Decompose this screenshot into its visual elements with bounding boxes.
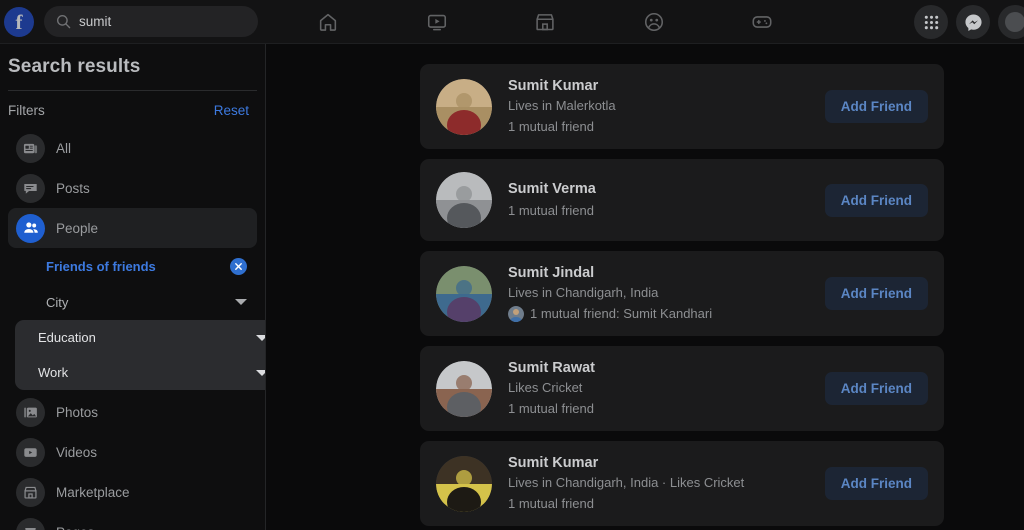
person-info: Sumit Kumar Lives in Chandigarh, India · … xyxy=(508,454,825,513)
subfilter-label: City xyxy=(46,294,69,310)
filters-label: Filters xyxy=(8,103,45,118)
sidebar-item-label: Videos xyxy=(56,444,98,460)
avatar xyxy=(436,265,492,322)
nav-marketplace-button[interactable] xyxy=(517,3,573,41)
add-friend-button[interactable]: Add Friend xyxy=(824,183,928,217)
person-info: Sumit Jindal Lives in Chandigarh, India 1 … xyxy=(508,264,825,323)
videos-icon xyxy=(16,437,45,467)
sidebar-item-label: Pages xyxy=(56,525,94,530)
mutual-friends-row: 1 mutual friend xyxy=(508,495,825,513)
sidebar-item-all[interactable]: All xyxy=(8,128,257,168)
sidebar-item-photos[interactable]: Photos xyxy=(8,392,257,432)
person-name[interactable]: Sumit Kumar xyxy=(508,77,825,96)
person-name[interactable]: Sumit Kumar xyxy=(508,454,825,473)
sidebar-item-marketplace[interactable]: Marketplace xyxy=(8,472,257,512)
mutual-friends-text: 1 mutual friend xyxy=(508,496,594,511)
chevron-down-icon xyxy=(256,334,265,341)
svg-text:f: f xyxy=(16,10,24,34)
mutual-friends-text: 1 mutual friend xyxy=(508,401,594,416)
subfilter-education[interactable]: Education xyxy=(15,320,265,355)
photos-icon xyxy=(16,397,45,427)
search-results-main: Sumit Kumar Lives in Malerkotla 1 mutual f… xyxy=(266,44,1024,530)
person-result-card[interactable]: Sumit Kumar Lives in Malerkotla 1 mutual f… xyxy=(420,64,944,149)
facebook-logo[interactable]: f xyxy=(4,6,34,37)
search-filters-sidebar: Search results Filters Reset All Posts P… xyxy=(0,44,266,530)
mutual-friends-row: 1 mutual friend xyxy=(508,400,825,418)
main-nav-tabs xyxy=(300,0,790,44)
avatar xyxy=(436,78,492,135)
mutual-friends-row: 1 mutual friend: Sumit Kandhari xyxy=(508,305,825,323)
subfilter-label: Work xyxy=(38,365,69,380)
avatar xyxy=(436,172,492,228)
mutual-friends-text: 1 mutual friend xyxy=(508,119,594,134)
person-result-card[interactable]: Sumit Rawat Likes Cricket 1 mutual friend A… xyxy=(420,346,944,431)
sidebar-item-pages[interactable]: Pages xyxy=(8,512,257,530)
sidebar-item-label: Photos xyxy=(56,404,99,420)
sidebar-item-label: All xyxy=(56,140,72,156)
mutual-friends-row: 1 mutual friend xyxy=(508,202,825,220)
header-right-actions xyxy=(914,0,1024,44)
pages-icon xyxy=(16,517,45,530)
profile-avatar[interactable] xyxy=(998,5,1024,39)
menu-grid-icon[interactable] xyxy=(914,5,948,39)
sidebar-item-label: People xyxy=(56,220,99,236)
person-subtitle: Likes Cricket xyxy=(508,380,583,395)
search-icon xyxy=(56,14,71,29)
sidebar-item-label: Posts xyxy=(56,180,90,196)
nav-groups-button[interactable] xyxy=(626,3,682,41)
posts-icon xyxy=(16,173,45,203)
chevron-down-icon xyxy=(235,299,247,305)
filters-header: Filters Reset xyxy=(8,91,257,128)
page-title: Search results xyxy=(8,56,141,77)
mutual-friends-text: 1 mutual friend: Sumit Kandhari xyxy=(530,306,713,321)
person-result-card[interactable]: Sumit Verma 1 mutual friend Add Friend xyxy=(420,159,944,241)
search-bar[interactable] xyxy=(44,6,258,37)
nav-gaming-button[interactable] xyxy=(734,3,790,41)
subfilter-label: Friends of friends xyxy=(46,258,156,274)
person-info: Sumit Rawat Likes Cricket 1 mutual friend xyxy=(508,359,825,418)
add-friend-button[interactable]: Add Friend xyxy=(824,90,928,123)
person-info: Sumit Kumar Lives in Malerkotla 1 mutual f… xyxy=(508,77,825,136)
close-icon[interactable] xyxy=(230,257,247,275)
person-subtitle: Lives in Chandigarh, India · Likes Crick… xyxy=(508,475,745,490)
add-friend-button[interactable]: Add Friend xyxy=(824,372,928,405)
subfilter-friends-of-friends[interactable]: Friends of friends xyxy=(8,248,257,284)
mutual-friends-row: 1 mutual friend xyxy=(508,118,825,136)
chevron-down-icon xyxy=(256,369,265,376)
mutual-friends-text: 1 mutual friend xyxy=(508,203,594,218)
mutual-friend-avatar xyxy=(508,306,524,322)
marketplace-icon xyxy=(16,477,45,507)
people-results-list: Sumit Kumar Lives in Malerkotla 1 mutual f… xyxy=(420,64,944,530)
filter-options-overlay: Education Work xyxy=(15,320,265,390)
people-icon xyxy=(16,213,45,243)
sidebar-item-videos[interactable]: Videos xyxy=(8,432,257,472)
person-result-card[interactable]: Sumit Jindal Lives in Chandigarh, India 1 … xyxy=(420,251,944,336)
person-subtitle: Lives in Malerkotla xyxy=(508,98,616,113)
person-subtitle: Lives in Chandigarh, India xyxy=(508,285,659,300)
person-result-card[interactable]: Sumit Kumar Lives in Chandigarh, India · … xyxy=(420,441,944,526)
subfilter-label: Education xyxy=(38,330,96,345)
avatar xyxy=(436,360,492,417)
all-icon xyxy=(16,133,45,163)
person-name[interactable]: Sumit Verma xyxy=(508,180,825,199)
subfilter-work[interactable]: Work xyxy=(15,355,265,390)
person-info: Sumit Verma 1 mutual friend xyxy=(508,180,825,220)
subfilter-city[interactable]: City xyxy=(8,284,257,320)
search-input[interactable] xyxy=(79,14,246,29)
top-navigation-bar: f xyxy=(0,0,1024,44)
sidebar-item-people[interactable]: People xyxy=(8,208,257,248)
add-friend-button[interactable]: Add Friend xyxy=(824,277,928,310)
avatar xyxy=(436,455,492,512)
person-name[interactable]: Sumit Rawat xyxy=(508,359,825,378)
nav-video-button[interactable] xyxy=(409,3,465,41)
person-name[interactable]: Sumit Jindal xyxy=(508,264,825,283)
add-friend-button[interactable]: Add Friend xyxy=(824,467,928,500)
messenger-icon[interactable] xyxy=(956,5,990,39)
nav-home-button[interactable] xyxy=(300,3,356,41)
sidebar-item-posts[interactable]: Posts xyxy=(8,168,257,208)
reset-filters-button[interactable]: Reset xyxy=(214,103,249,118)
sidebar-item-label: Marketplace xyxy=(56,484,130,500)
